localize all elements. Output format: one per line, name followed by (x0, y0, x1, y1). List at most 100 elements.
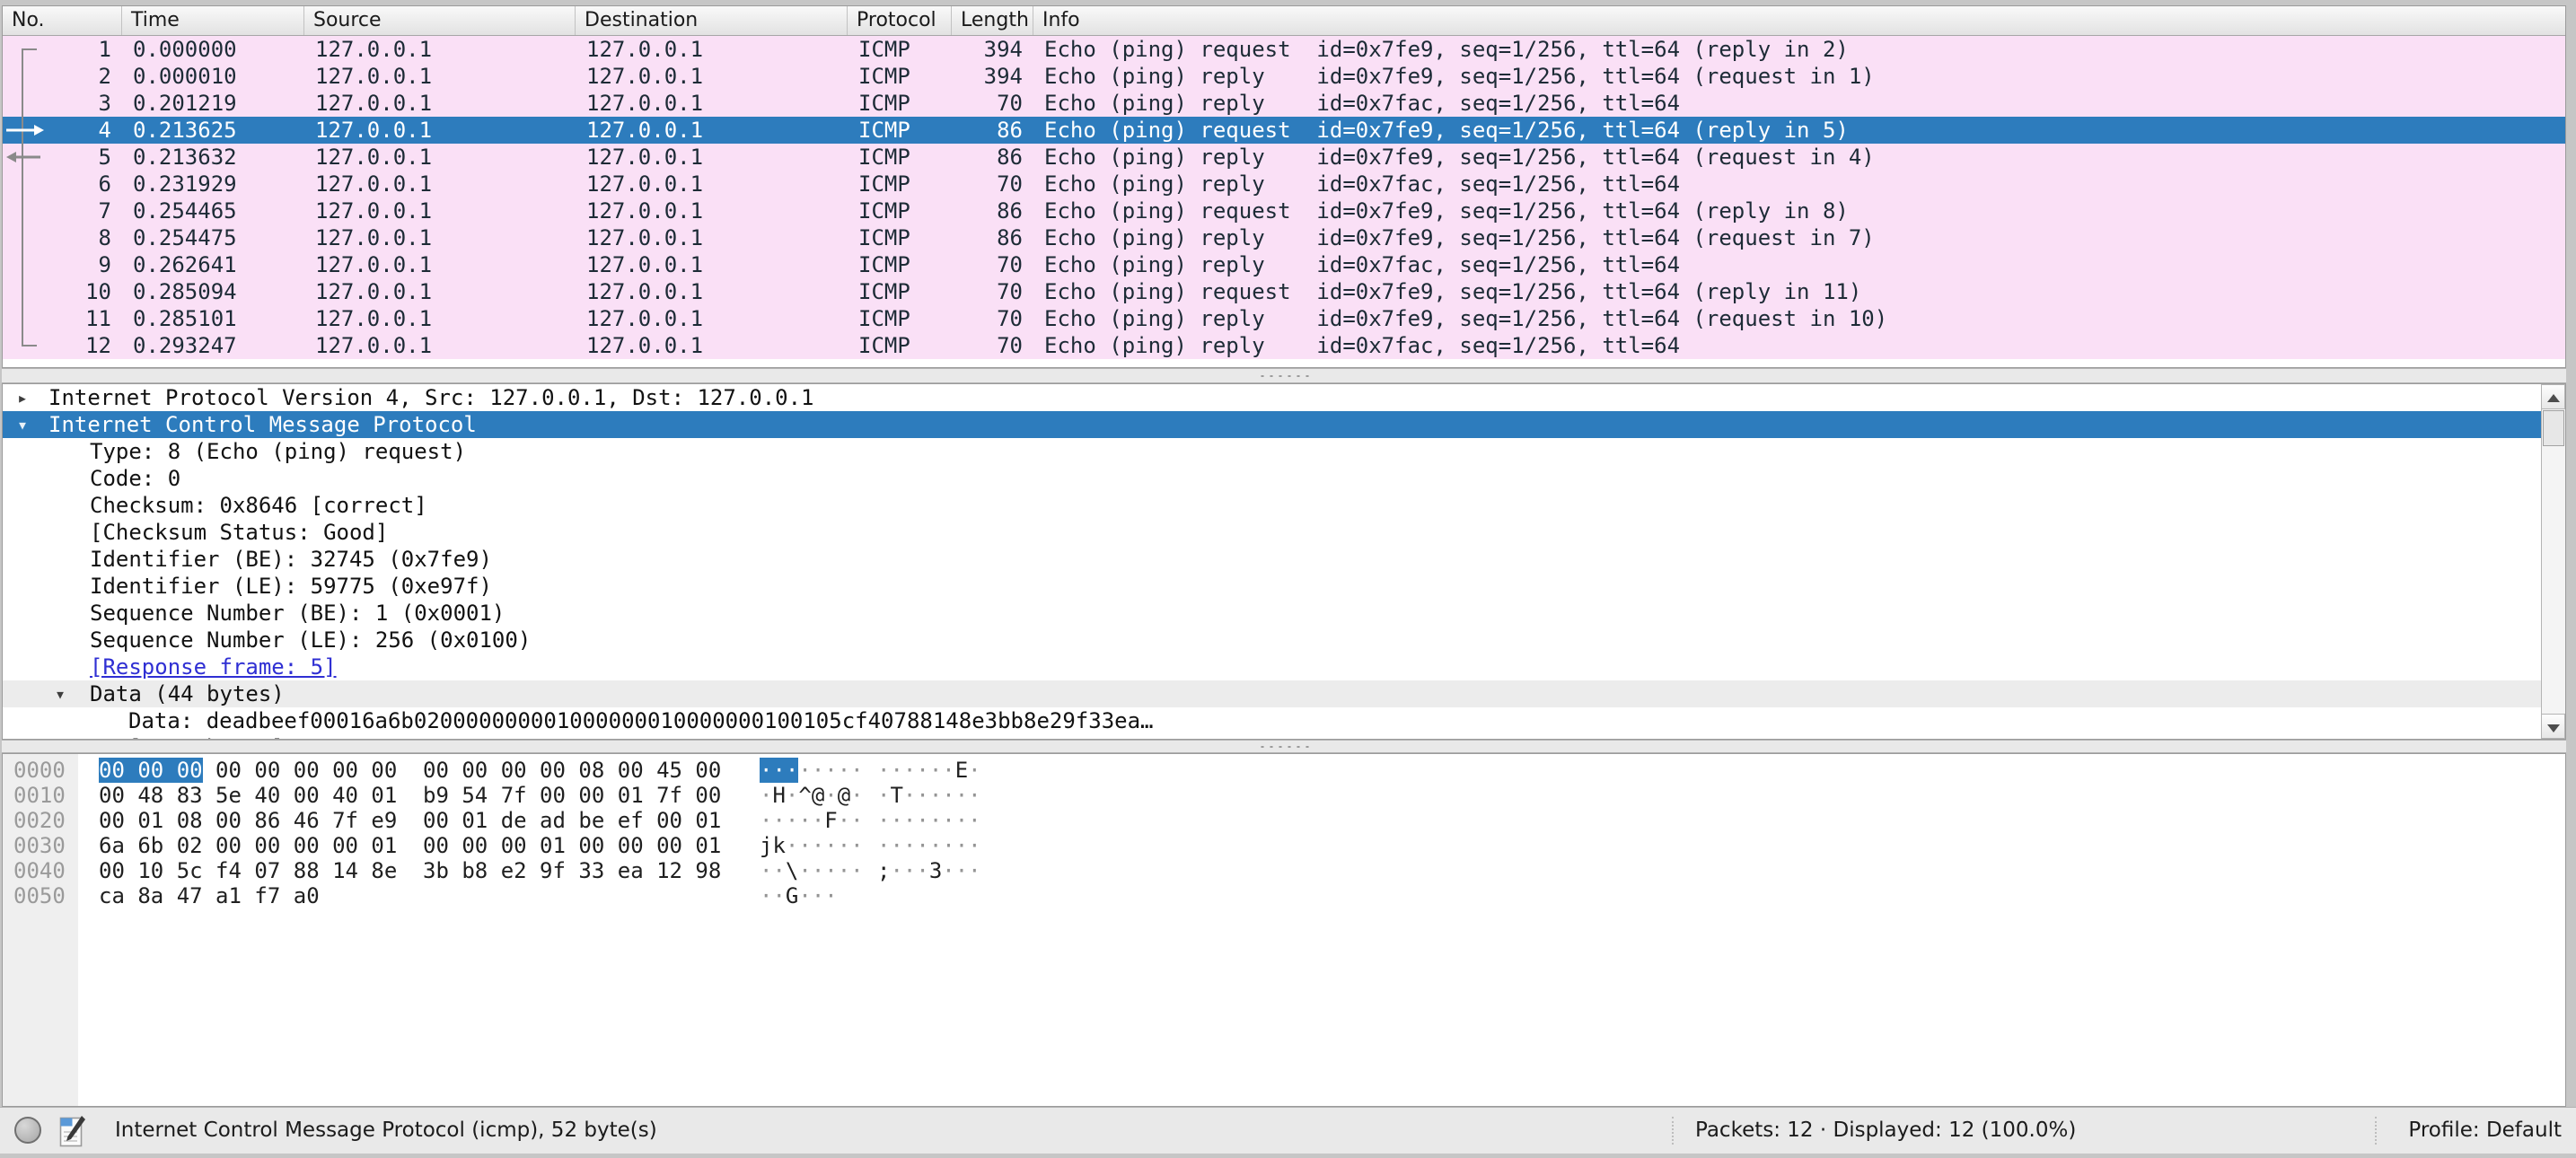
detail-row[interactable]: Sequence Number (LE): 256 (0x0100) (3, 627, 2541, 654)
cell-info: Echo (ping) request id=0x7fe9, seq=1/256… (1033, 36, 2565, 63)
cell-destination: 127.0.0.1 (576, 171, 848, 197)
packet-row-4[interactable]: 40.213625127.0.0.1127.0.0.1ICMP86Echo (p… (3, 117, 2565, 144)
hex-bytes[interactable]: 00 01 08 00 86 46 7f e9 (99, 808, 397, 833)
hex-bytes[interactable]: 00 00 00 00 08 00 45 00 (423, 758, 721, 783)
detail-scrollbar[interactable] (2541, 384, 2565, 739)
packet-row-9[interactable]: 90.262641127.0.0.1127.0.0.1ICMP70Echo (p… (3, 251, 2565, 278)
scrollbar-thumb[interactable] (2543, 410, 2564, 446)
packet-row-2[interactable]: 20.000010127.0.0.1127.0.0.1ICMP394Echo (… (3, 63, 2565, 90)
hex-row-0000[interactable]: 000000 00 00 00 00 00 00 0000 00 00 00 0… (3, 758, 2565, 783)
packet-row-7[interactable]: 70.254465127.0.0.1127.0.0.1ICMP86Echo (p… (3, 197, 2565, 224)
column-header-no[interactable]: No. (3, 6, 122, 35)
detail-row[interactable]: [Checksum Status: Good] (3, 519, 2541, 546)
packet-row-1[interactable]: 10.000000127.0.0.1127.0.0.1ICMP394Echo (… (3, 36, 2565, 63)
hex-row-0040[interactable]: 004000 10 5c f4 07 88 14 8e3b b8 e2 9f 3… (3, 858, 2565, 883)
collapse-arrow-icon[interactable]: ▾ (55, 680, 66, 707)
capture-comment-icon[interactable] (59, 1115, 86, 1147)
status-separator (2375, 1117, 2377, 1145)
packet-row-8[interactable]: 80.254475127.0.0.1127.0.0.1ICMP86Echo (p… (3, 224, 2565, 251)
detail-row-label: Internet Control Message Protocol (48, 412, 477, 437)
hex-bytes[interactable]: 00 00 00 00 00 00 00 00 (99, 758, 397, 783)
hex-offset: 0020 (13, 808, 66, 833)
cell-protocol: ICMP (848, 171, 952, 197)
scroll-down-button[interactable] (2542, 714, 2565, 739)
packet-list-rows: 10.000000127.0.0.1127.0.0.1ICMP394Echo (… (3, 36, 2565, 359)
ascii-bytes[interactable]: ·H·^@·@· (760, 783, 864, 808)
detail-row[interactable]: ▾Data (44 bytes) (3, 680, 2541, 707)
hex-bytes[interactable]: b9 54 7f 00 00 01 7f 00 (423, 783, 721, 808)
detail-hex-splitter[interactable] (2, 740, 2566, 753)
hex-row-0030[interactable]: 0030 6a 6b 02 00 00 00 00 01 00 00 00 01 0… (3, 833, 2565, 858)
hex-rows: 000000 00 00 00 00 00 00 0000 00 00 00 0… (3, 754, 2565, 908)
hex-bytes[interactable]: 00 01 de ad be ef 00 01 (423, 808, 721, 833)
ascii-bytes[interactable]: ········ (877, 808, 981, 833)
ascii-bytes[interactable]: ·····F·· (760, 808, 864, 833)
detail-row[interactable]: Sequence Number (BE): 1 (0x0001) (3, 600, 2541, 627)
ascii-bytes[interactable]: jk······ (760, 833, 864, 858)
column-header-protocol[interactable]: Protocol (848, 6, 952, 35)
cell-source: 127.0.0.1 (304, 90, 576, 117)
detail-row[interactable]: Code: 0 (3, 465, 2541, 492)
cell-info: Echo (ping) request id=0x7fe9, seq=1/256… (1033, 117, 2565, 144)
expand-arrow-icon[interactable]: ▸ (17, 384, 28, 411)
cell-time: 0.231929 (122, 171, 304, 197)
hex-row-0020[interactable]: 0020 00 01 08 00 86 46 7f e9 00 01 de ad b… (3, 808, 2565, 833)
hex-bytes[interactable]: ca 8a 47 a1 f7 a0 (99, 883, 320, 908)
hex-bytes[interactable]: 00 00 00 01 00 00 00 01 (423, 833, 721, 858)
detail-row-label: Checksum: 0x8646 [correct] (90, 493, 427, 518)
detail-row-label: [Checksum Status: Good] (90, 520, 388, 545)
scroll-up-button[interactable] (2542, 384, 2565, 409)
column-header-info[interactable]: Info (1033, 6, 2565, 35)
hex-bytes[interactable]: 00 48 83 5e 40 00 40 01 (99, 783, 397, 808)
packet-row-6[interactable]: 60.231929127.0.0.1127.0.0.1ICMP70Echo (p… (3, 171, 2565, 197)
packet-row-11[interactable]: 110.285101127.0.0.1127.0.0.1ICMP70Echo (… (3, 305, 2565, 332)
hex-bytes[interactable]: 3b b8 e2 9f 33 ea 12 98 (423, 858, 721, 883)
hex-bytes[interactable]: 6a 6b 02 00 00 00 00 01 (99, 833, 397, 858)
detail-row-label: Type: 8 (Echo (ping) request) (90, 439, 466, 464)
cell-destination: 127.0.0.1 (576, 278, 848, 305)
detail-row[interactable]: Checksum: 0x8646 [correct] (3, 492, 2541, 519)
packet-row-12[interactable]: 120.293247127.0.0.1127.0.0.1ICMP70Echo (… (3, 332, 2565, 359)
hex-row-0050[interactable]: 0050ca 8a 47 a1 f7 a0··G··· (3, 883, 2565, 908)
detail-row-label: Data: deadbeef00016a6b020000000001000000… (128, 708, 1154, 733)
detail-row[interactable]: Type: 8 (Echo (ping) request) (3, 438, 2541, 465)
ascii-bytes[interactable]: ;···3··· (877, 858, 981, 883)
profile-selector[interactable]: Profile: Default (2408, 1108, 2562, 1154)
cell-protocol: ICMP (848, 90, 952, 117)
detail-row-label: [Response frame: 5] (90, 654, 337, 680)
cell-source: 127.0.0.1 (304, 224, 576, 251)
ascii-bytes[interactable]: ······E· (877, 758, 981, 783)
cell-no: 11 (3, 305, 122, 332)
collapse-arrow-icon[interactable]: ▾ (17, 411, 28, 438)
detail-row[interactable]: Data: deadbeef00016a6b020000000001000000… (3, 707, 2541, 734)
ascii-bytes[interactable]: ········ (877, 833, 981, 858)
hex-bytes[interactable]: 00 10 5c f4 07 88 14 8e (99, 858, 397, 883)
packet-row-5[interactable]: 50.213632127.0.0.1127.0.0.1ICMP86Echo (p… (3, 144, 2565, 171)
column-header-length[interactable]: Length (952, 6, 1033, 35)
cell-length: 70 (952, 251, 1033, 278)
hex-offset: 0030 (13, 833, 66, 858)
detail-row[interactable]: Identifier (BE): 32745 (0x7fe9) (3, 546, 2541, 573)
cell-destination: 127.0.0.1 (576, 251, 848, 278)
detail-row[interactable]: [Response frame: 5] (3, 654, 2541, 680)
cell-source: 127.0.0.1 (304, 117, 576, 144)
ascii-bytes[interactable]: ··G··· (760, 883, 838, 908)
detail-row[interactable]: Identifier (LE): 59775 (0xe97f) (3, 573, 2541, 600)
detail-row[interactable]: ▸Internet Protocol Version 4, Src: 127.0… (3, 384, 2541, 411)
cell-time: 0.000000 (122, 36, 304, 63)
hex-row-0010[interactable]: 001000 48 83 5e 40 00 40 01b9 54 7f 00 0… (3, 783, 2565, 808)
ascii-bytes[interactable]: ·T······ (877, 783, 981, 808)
column-header-source[interactable]: Source (304, 6, 576, 35)
packet-row-10[interactable]: 100.285094127.0.0.1127.0.0.1ICMP70Echo (… (3, 278, 2565, 305)
cell-info: Echo (ping) reply id=0x7fe9, seq=1/256, … (1033, 305, 2565, 332)
column-header-time[interactable]: Time (122, 6, 304, 35)
ascii-bytes[interactable]: ········ (760, 758, 864, 783)
packet-row-3[interactable]: 30.201219127.0.0.1127.0.0.1ICMP70Echo (p… (3, 90, 2565, 117)
expert-info-icon[interactable] (14, 1117, 41, 1144)
column-header-destination[interactable]: Destination (576, 6, 848, 35)
detail-row-label: Code: 0 (90, 466, 180, 491)
selected-bytes: 00 00 00 (99, 758, 203, 783)
list-detail-splitter[interactable] (2, 368, 2566, 383)
ascii-bytes[interactable]: ··\····· (760, 858, 864, 883)
detail-row[interactable]: ▾ Internet Control Message Protocol (3, 411, 2541, 438)
